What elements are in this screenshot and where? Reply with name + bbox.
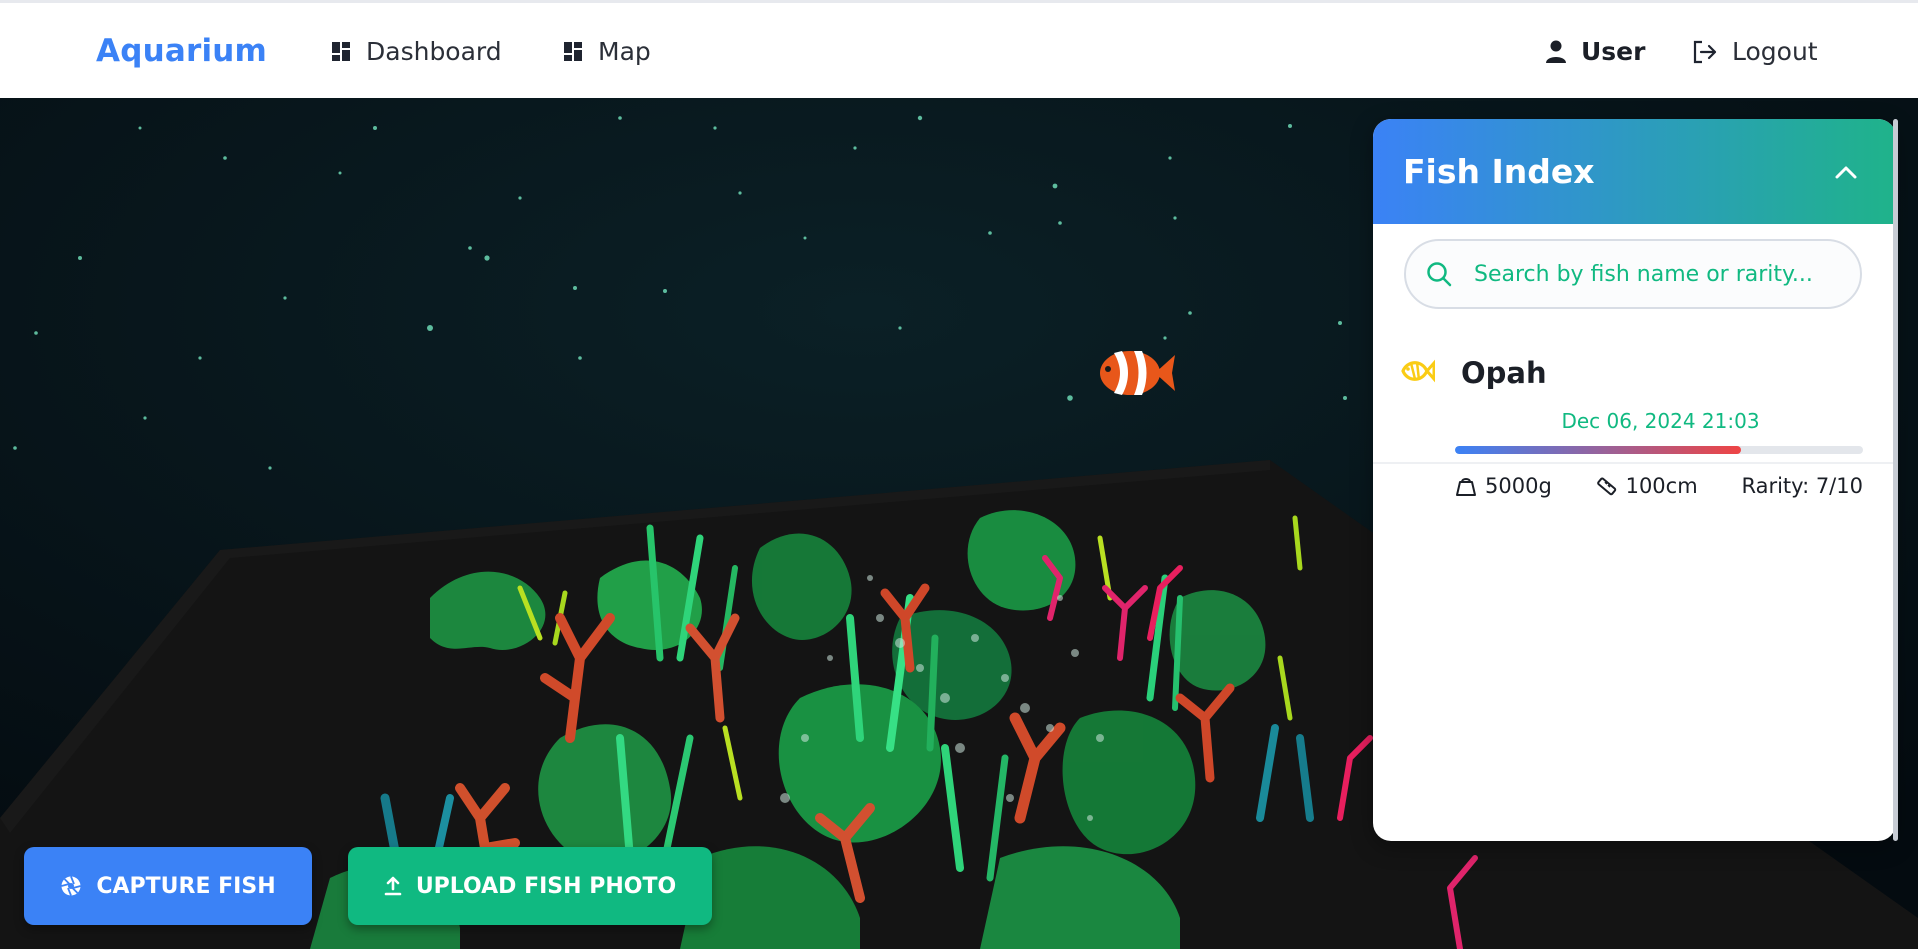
fish-index-title: Fish Index [1403,152,1595,191]
fish-index-panel: Fish Index Opah Dec 06, 2024 21:03 [1373,119,1896,841]
nav-dashboard-label: Dashboard [366,37,502,66]
rarity-bar [1455,446,1863,454]
search-input[interactable] [1474,261,1834,287]
brand-logo[interactable]: Aquarium [96,33,267,69]
search-icon [1427,262,1452,287]
length-stat: 100cm [1596,474,1698,498]
fish-stats: 5000g 100cm Rarity: 7/10 [1455,474,1863,498]
weight-icon [1456,478,1476,496]
rarity-value: Rarity: 7/10 [1741,474,1863,498]
chevron-up-icon [1835,166,1857,178]
fish-name: Opah [1461,356,1547,390]
rarity-bar-fill [1455,446,1741,454]
logout-link[interactable]: Logout [1692,37,1818,66]
upload-icon [384,876,402,896]
capture-fish-button[interactable]: CAPTURE FISH [24,847,312,925]
fish-capture-date: Dec 06, 2024 21:03 [1561,409,1760,433]
fish-index-header[interactable]: Fish Index [1373,119,1896,224]
dashboard-icon [332,41,350,61]
dashboard-icon [564,41,582,61]
search-box[interactable] [1404,239,1862,309]
nav-dashboard-link[interactable]: Dashboard [332,37,502,66]
nav-map-label: Map [598,37,651,66]
fish-list-item[interactable]: Opah Dec 06, 2024 21:03 5000g 100cm Rari… [1373,334,1896,498]
nav-map-link[interactable]: Map [564,37,651,66]
top-navbar: Aquarium Dashboard Map User Logout [0,0,1918,98]
weight-stat: 5000g [1455,474,1552,498]
logout-icon [1693,40,1717,63]
upload-fish-photo-label: UPLOAD FISH PHOTO [415,873,677,899]
nav-user-label: User [1581,37,1646,66]
nav-user-link[interactable]: User [1545,37,1645,66]
fish-icon [1401,359,1435,383]
collapse-button[interactable] [1826,152,1866,192]
camera-aperture-icon [61,876,82,896]
weight-value: 5000g [1485,474,1552,498]
ruler-icon [1596,477,1616,496]
user-icon [1546,40,1566,63]
upload-fish-photo-button[interactable]: UPLOAD FISH PHOTO [348,847,712,925]
panel-scrollbar[interactable] [1893,119,1898,841]
length-value: 100cm [1625,474,1698,498]
capture-fish-label: CAPTURE FISH [96,873,276,899]
logout-label: Logout [1732,37,1818,66]
